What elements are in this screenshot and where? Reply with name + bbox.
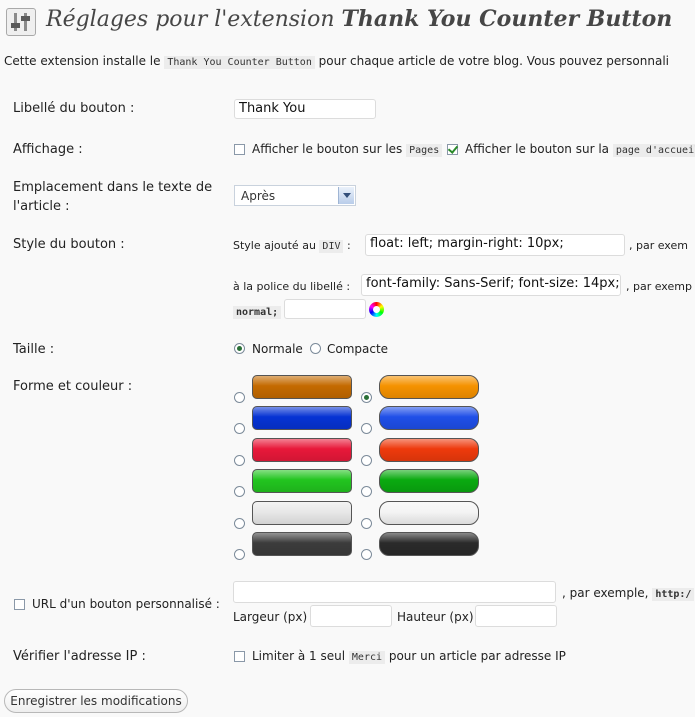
placement-label-line2: l'article : — [13, 199, 70, 214]
custom-url-example: , par exemple, http:/ — [562, 586, 695, 601]
shape-swatch-right-2[interactable] — [379, 406, 479, 430]
shape-radio-right-6[interactable] — [361, 549, 372, 560]
shape-radio-right-2[interactable] — [361, 423, 372, 434]
ip-check-text: Limiter à 1 seul Merci pour un article p… — [252, 649, 566, 664]
placement-select[interactable]: Après — [234, 185, 356, 206]
shape-swatch-left-4[interactable] — [252, 469, 352, 493]
intro-after: pour chaque article de votre blog. Vous … — [318, 54, 669, 68]
shape-radio-right-1[interactable] — [361, 392, 372, 403]
size-normal-radio[interactable] — [234, 343, 245, 354]
chevron-down-icon[interactable] — [338, 187, 354, 204]
shape-radio-right-4[interactable] — [361, 486, 372, 497]
font-style-input[interactable]: font-family: Sans-Serif; font-size: 14px… — [361, 274, 621, 296]
ip-check-checkbox[interactable] — [234, 651, 245, 662]
title-plugin-name: Thank You Counter Button — [341, 6, 673, 32]
shape-swatch-right-5[interactable] — [379, 501, 479, 525]
size-compact-label: Compacte — [327, 342, 389, 356]
custom-url-label: URL d'un bouton personnalisé : — [32, 597, 220, 611]
normal-code: normal; — [233, 306, 282, 319]
placement-label-line1: Emplacement dans le texte de — [13, 180, 213, 195]
shape-radio-right-3[interactable] — [361, 455, 372, 466]
page-title: Réglages pour l'extension Thank You Coun… — [46, 6, 672, 32]
shape-swatch-left-2[interactable] — [252, 406, 352, 430]
shape-swatch-left-3[interactable] — [252, 438, 352, 462]
custom-url-input[interactable] — [233, 581, 556, 603]
title-prefix: Réglages pour l'extension — [46, 7, 335, 32]
shape-radio-left-2[interactable] — [234, 423, 245, 434]
show-on-pages-label: Afficher le bouton sur les Pages — [252, 142, 443, 157]
shape-swatch-right-3[interactable] — [379, 438, 479, 462]
size-compact-radio[interactable] — [310, 343, 321, 354]
merci-code: Merci — [348, 651, 386, 664]
div-style-example: , par exem — [629, 239, 688, 252]
color-picker-icon[interactable] — [369, 302, 384, 317]
save-changes-button[interactable]: Enregistrer les modifications — [4, 689, 188, 713]
style-label: Style du bouton : — [13, 237, 125, 252]
shape-radio-left-4[interactable] — [234, 486, 245, 497]
ip-check-label: Vérifier l'adresse IP : — [13, 649, 146, 664]
font-style-example: , par exemp — [626, 280, 692, 293]
height-input[interactable] — [475, 605, 557, 627]
shape-radio-left-6[interactable] — [234, 549, 245, 560]
color-input[interactable] — [284, 299, 366, 319]
shape-swatch-right-6[interactable] — [379, 532, 479, 556]
intro-text: Cette extension installe le Thank You Co… — [4, 54, 669, 69]
show-on-home-label: Afficher le bouton sur la page d'accueil — [465, 142, 695, 157]
shape-swatch-left-5[interactable] — [252, 501, 352, 525]
show-on-pages-checkbox[interactable] — [234, 144, 245, 155]
shape-radio-right-5[interactable] — [361, 518, 372, 529]
size-label: Taille : — [13, 342, 55, 357]
shape-radio-left-3[interactable] — [234, 455, 245, 466]
shape-swatch-left-1[interactable] — [252, 375, 352, 399]
show-on-home-checkbox[interactable] — [447, 144, 458, 155]
height-label: Hauteur (px) — [397, 610, 474, 624]
intro-before: Cette extension installe le — [4, 54, 161, 68]
home-code: page d'accueil — [612, 144, 695, 157]
div-style-label: Style ajouté au DIV : — [233, 239, 351, 253]
size-normal-label: Normale — [252, 342, 303, 356]
div-code: DIV — [319, 240, 344, 253]
button-label-input[interactable]: Thank You — [234, 99, 376, 119]
placement-select-value: Après — [241, 189, 276, 203]
shape-radio-left-1[interactable] — [234, 392, 245, 403]
pages-code: Pages — [406, 144, 443, 157]
shape-swatch-left-6[interactable] — [252, 532, 352, 556]
width-input[interactable] — [310, 605, 392, 627]
width-label: Largeur (px) — [233, 610, 308, 624]
shape-radio-left-5[interactable] — [234, 518, 245, 529]
normal-code-wrap: normal; — [233, 304, 282, 319]
shape-swatch-right-4[interactable] — [379, 469, 479, 493]
font-style-label: à la police du libellé : — [233, 280, 351, 293]
intro-code: Thank You Counter Button — [164, 56, 315, 69]
display-label: Affichage : — [13, 142, 83, 157]
custom-url-example-code: http:/ — [652, 588, 695, 601]
custom-url-checkbox[interactable] — [14, 599, 25, 610]
settings-icon — [6, 8, 36, 36]
shape-label: Forme et couleur : — [13, 379, 133, 394]
button-label-label: Libellé du bouton : — [13, 101, 135, 116]
div-style-input[interactable]: float: left; margin-right: 10px; — [365, 234, 625, 256]
shape-swatch-right-1[interactable] — [379, 375, 479, 399]
